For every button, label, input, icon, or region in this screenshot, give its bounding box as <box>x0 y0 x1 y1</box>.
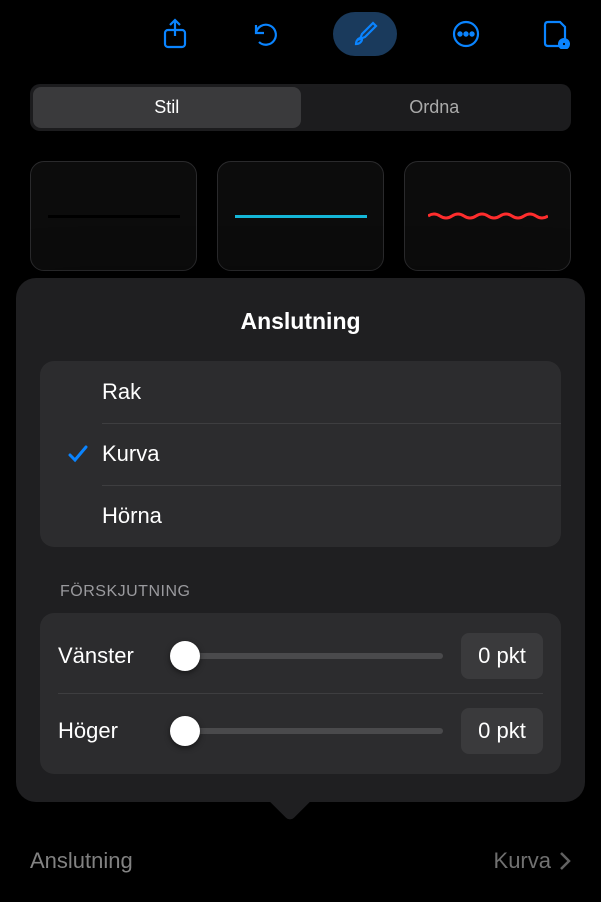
slider-thumb[interactable] <box>170 716 200 746</box>
style-thumb-blue[interactable] <box>217 161 384 271</box>
offset-right-slider[interactable] <box>176 728 443 734</box>
line-style-thumbs <box>30 161 571 271</box>
option-label: Hörna <box>96 503 162 529</box>
option-curve[interactable]: Kurva <box>40 423 561 485</box>
option-label: Rak <box>96 379 141 405</box>
option-straight[interactable]: Rak <box>40 361 561 423</box>
offset-sliders: Vänster 0 pkt Höger 0 pkt <box>40 613 561 774</box>
offset-right-row: Höger 0 pkt <box>58 693 543 768</box>
top-toolbar <box>0 0 601 72</box>
option-corner[interactable]: Hörna <box>40 485 561 547</box>
style-arrange-tabs: Stil Ordna <box>30 84 571 131</box>
offset-left-value[interactable]: 0 pkt <box>461 633 543 679</box>
undo-icon[interactable] <box>243 12 287 56</box>
brush-icon[interactable] <box>333 12 397 56</box>
document-icon[interactable] <box>534 12 578 56</box>
connection-summary-value: Kurva <box>494 848 551 874</box>
share-icon[interactable] <box>153 12 197 56</box>
offset-right-value[interactable]: 0 pkt <box>461 708 543 754</box>
connection-popover: Anslutning Rak Kurva Hörna Förskjutning … <box>16 278 585 802</box>
offset-left-row: Vänster 0 pkt <box>58 619 543 693</box>
slider-thumb[interactable] <box>170 641 200 671</box>
chevron-right-icon <box>559 851 571 871</box>
connection-options: Rak Kurva Hörna <box>40 361 561 547</box>
check-icon <box>60 443 96 465</box>
style-thumb-red[interactable] <box>404 161 571 271</box>
popover-pointer <box>270 782 310 822</box>
style-thumb-black[interactable] <box>30 161 197 271</box>
offset-right-label: Höger <box>58 718 158 744</box>
offset-left-slider[interactable] <box>176 653 443 659</box>
popover-title: Anslutning <box>40 308 561 335</box>
tab-arrange[interactable]: Ordna <box>301 87 569 128</box>
tab-style[interactable]: Stil <box>33 87 301 128</box>
option-label: Kurva <box>96 441 159 467</box>
more-icon[interactable] <box>444 12 488 56</box>
connection-summary-row[interactable]: Anslutning Kurva <box>30 848 571 874</box>
connection-summary-label: Anslutning <box>30 848 133 874</box>
offset-left-label: Vänster <box>58 643 158 669</box>
offset-header: Förskjutning <box>60 583 561 601</box>
